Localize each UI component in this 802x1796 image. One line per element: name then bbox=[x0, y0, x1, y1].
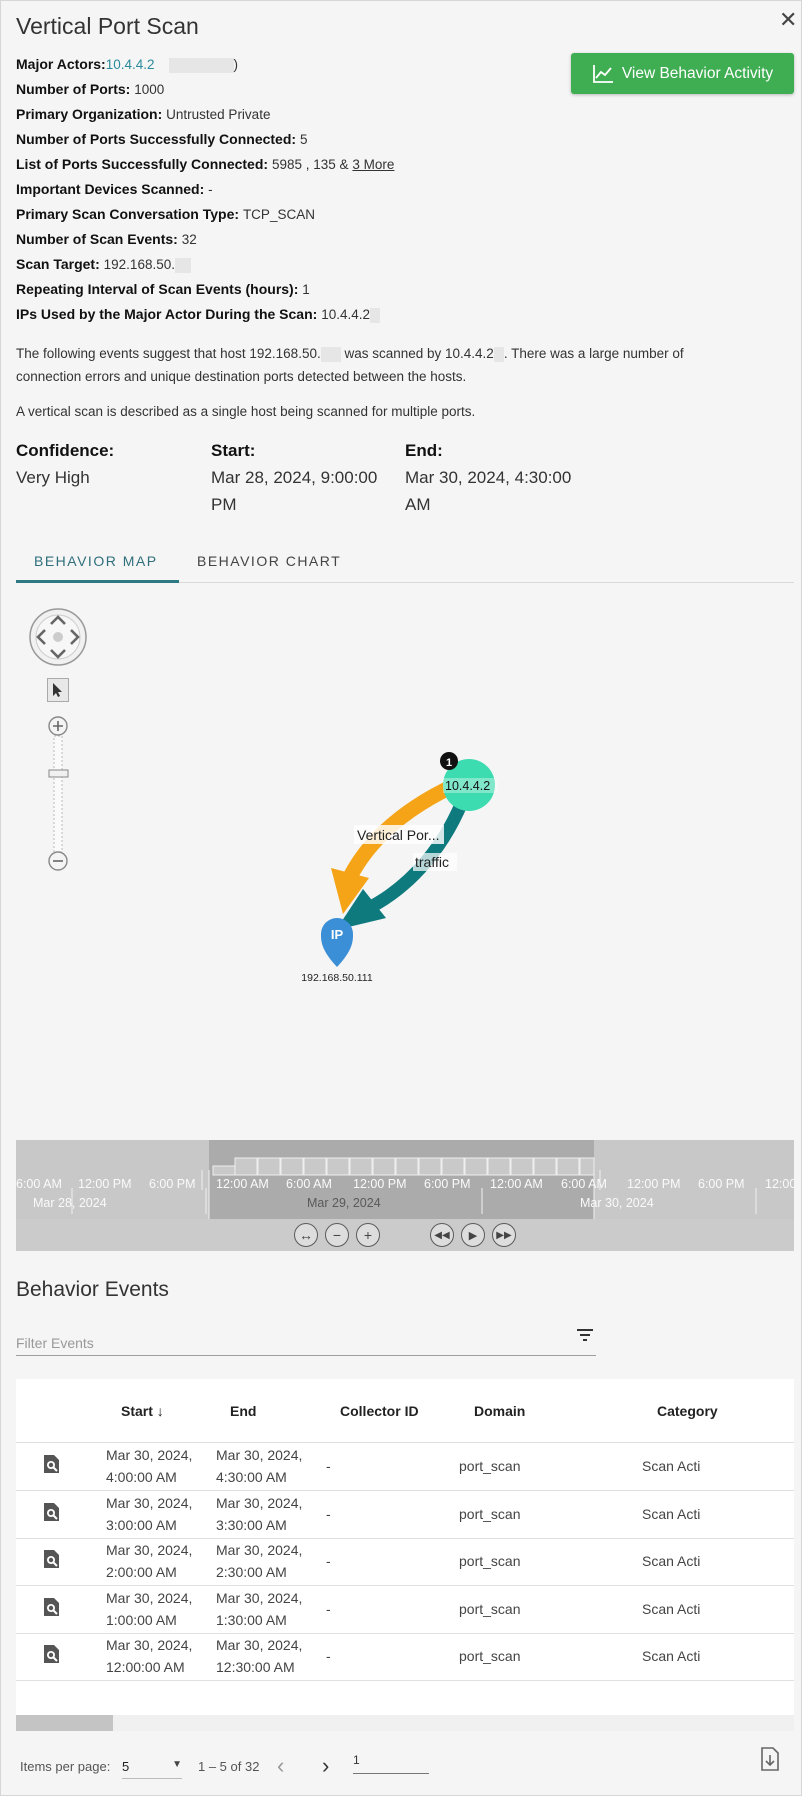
redacted-block bbox=[370, 307, 380, 323]
filter-icon[interactable] bbox=[574, 1327, 596, 1343]
confidence-block: Confidence: Very High bbox=[16, 437, 114, 491]
tab-bar: BEHAVIOR MAP BEHAVIOR CHART bbox=[16, 543, 794, 583]
select-tool-icon[interactable] bbox=[47, 678, 69, 702]
timeline[interactable]: 6:00 AM 12:00 PM 6:00 PM 12:00 AM 6:00 A… bbox=[16, 1140, 794, 1251]
end-value: Mar 30, 2024, 4:30:00 bbox=[405, 468, 572, 487]
zoom-out-icon[interactable]: − bbox=[325, 1223, 349, 1247]
page-number-input[interactable]: 1 bbox=[353, 1753, 429, 1774]
target-node-label: 192.168.50.111 bbox=[301, 972, 373, 984]
detail-scan-events: Number of Scan Events: 32 bbox=[16, 231, 197, 247]
detail-ports-list: List of Ports Successfully Connected: 59… bbox=[16, 156, 395, 172]
redacted-block bbox=[168, 57, 234, 73]
column-header-end[interactable]: End bbox=[230, 1403, 256, 1419]
sort-arrow-icon: ↓ bbox=[156, 1403, 164, 1419]
active-tab-indicator bbox=[16, 580, 179, 583]
line-chart-icon bbox=[592, 64, 613, 83]
behavior-graph: 1 10.4.4.2 Vertical Por... traffic IP 19… bbox=[301, 752, 498, 984]
fast-forward-icon[interactable]: ▶▶ bbox=[492, 1223, 516, 1247]
inspect-event-icon[interactable] bbox=[41, 1501, 63, 1523]
detail-repeating-interval: Repeating Interval of Scan Events (hours… bbox=[16, 281, 310, 297]
column-header-start[interactable]: Start ↓ bbox=[121, 1403, 164, 1419]
detail-important-devices: Important Devices Scanned: - bbox=[16, 181, 213, 197]
column-header-collector-id[interactable]: Collector ID bbox=[340, 1403, 419, 1419]
detail-primary-organization: Primary Organization: Untrusted Private bbox=[16, 106, 271, 122]
start-block: Start: Mar 28, 2024, 9:00:00 PM bbox=[211, 441, 378, 514]
scan-details: Major Actors:10.4.4.2) Number of Ports: … bbox=[16, 52, 394, 327]
behavior-events-title: Behavior Events bbox=[16, 1278, 169, 1301]
major-actor-link[interactable]: 10.4.4.2 bbox=[106, 57, 155, 72]
end-block: End: Mar 30, 2024, 4:30:00 AM bbox=[405, 441, 572, 514]
timeline-controls bbox=[16, 1219, 794, 1251]
inspect-event-icon[interactable] bbox=[41, 1453, 63, 1475]
dialog-title: Vertical Port Scan bbox=[16, 13, 199, 39]
detail-major-actors: Major Actors:10.4.4.2) bbox=[16, 56, 239, 73]
start-value: Mar 28, 2024, 9:00:00 bbox=[211, 468, 378, 487]
scan-definition: A vertical scan is described as a single… bbox=[16, 404, 476, 419]
next-page-icon[interactable]: › bbox=[322, 1753, 329, 1779]
svg-text:IP: IP bbox=[331, 927, 344, 942]
close-icon[interactable]: ✕ bbox=[779, 7, 797, 33]
date-label: Mar 28, 2024 bbox=[33, 1196, 107, 1210]
horizontal-scrollbar[interactable] bbox=[16, 1715, 794, 1731]
tab-behavior-map[interactable]: BEHAVIOR MAP bbox=[34, 553, 158, 569]
zoom-slider[interactable] bbox=[48, 716, 70, 872]
scan-edge-label: Vertical Por... bbox=[357, 827, 439, 843]
pan-control[interactable] bbox=[28, 607, 92, 671]
description-paragraph: The following events suggest that host 1… bbox=[16, 346, 684, 384]
export-icon[interactable] bbox=[759, 1746, 781, 1772]
column-header-domain[interactable]: Domain bbox=[474, 1403, 525, 1419]
traffic-edge-label: traffic bbox=[415, 854, 449, 870]
scrollbar-thumb[interactable] bbox=[16, 1715, 113, 1731]
page-range: 1 – 5 of 32 bbox=[198, 1759, 260, 1774]
filter-events-input[interactable]: Filter Events bbox=[16, 1329, 596, 1356]
play-icon[interactable]: ▶ bbox=[461, 1223, 485, 1247]
detail-ports-connected: Number of Ports Successfully Connected: … bbox=[16, 131, 308, 147]
previous-page-icon[interactable]: ‹ bbox=[277, 1753, 284, 1779]
redacted-block bbox=[493, 346, 504, 362]
items-per-page-select[interactable]: 5 ▼ bbox=[122, 1759, 182, 1779]
more-ports-link[interactable]: 3 More bbox=[352, 157, 394, 172]
detail-number-of-ports: Number of Ports: 1000 bbox=[16, 81, 165, 97]
target-node-pin bbox=[321, 918, 353, 967]
tab-behavior-chart[interactable]: BEHAVIOR CHART bbox=[197, 553, 341, 569]
rewind-icon[interactable]: ◀◀ bbox=[430, 1223, 454, 1247]
date-label: Mar 29, 2024 bbox=[307, 1196, 381, 1210]
view-behavior-activity-button[interactable]: View Behavior Activity bbox=[571, 53, 794, 94]
fit-icon[interactable]: ↔ bbox=[294, 1223, 318, 1247]
detail-scan-target: Scan Target: 192.168.50. bbox=[16, 252, 394, 277]
items-per-page-label: Items per page: bbox=[20, 1759, 111, 1774]
detail-actor-ips: IPs Used by the Major Actor During the S… bbox=[16, 302, 394, 327]
svg-text:1: 1 bbox=[446, 757, 452, 769]
redacted-block bbox=[174, 257, 191, 273]
inspect-event-icon[interactable] bbox=[41, 1643, 63, 1665]
column-header-category[interactable]: Category bbox=[657, 1403, 718, 1419]
zoom-in-icon[interactable]: + bbox=[356, 1223, 380, 1247]
events-table: Start ↓ End Collector ID Domain Category… bbox=[16, 1379, 794, 1731]
confidence-value: Very High bbox=[16, 468, 90, 487]
inspect-event-icon[interactable] bbox=[41, 1548, 63, 1570]
date-label: Mar 30, 2024 bbox=[580, 1196, 654, 1210]
detail-conversation-type: Primary Scan Conversation Type: TCP_SCAN bbox=[16, 206, 315, 222]
actor-node-label: 10.4.4.2 bbox=[445, 779, 490, 793]
chevron-down-icon: ▼ bbox=[172, 1759, 182, 1770]
redacted-block bbox=[320, 346, 341, 362]
inspect-event-icon[interactable] bbox=[41, 1596, 63, 1618]
